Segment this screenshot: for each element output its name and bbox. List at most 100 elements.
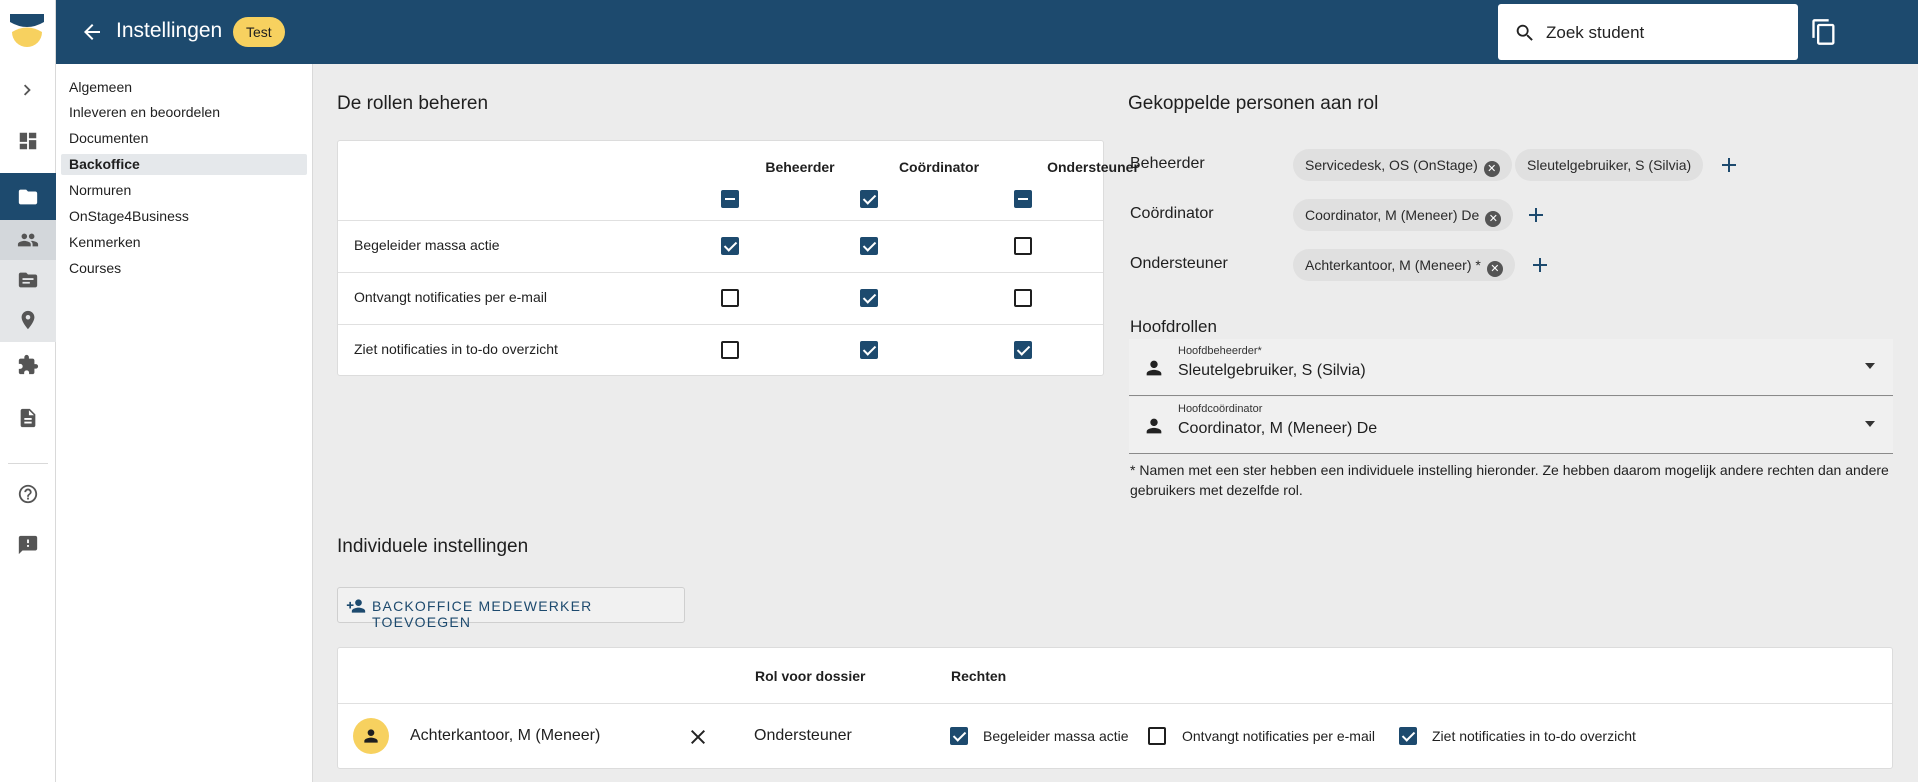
asterisk-note: * Namen met een ster hebben een individu… [1130,462,1889,498]
select-all-beheerder-checkbox[interactable] [721,190,739,208]
checkbox-email-coordinator[interactable] [860,289,878,307]
right-email-checkbox[interactable] [1148,727,1166,745]
rail-submenu [0,220,56,342]
back-button[interactable] [80,20,104,44]
checkbox-todo-coordinator[interactable] [860,341,878,359]
chip-label: Achterkantoor, M (Meneer) * [1305,257,1481,273]
document-icon [20,408,36,428]
head-admin-select[interactable]: Hoofdbeheerder* Sleutelgebruiker, S (Sil… [1129,339,1893,396]
checkbox-email-beheerder[interactable] [721,289,739,307]
checkbox-todo-ondersteuner[interactable] [1014,341,1032,359]
plus-icon [1529,208,1543,222]
checkbox-massa-ondersteuner[interactable] [1014,237,1032,255]
remove-chip-icon[interactable]: ✕ [1485,211,1502,227]
rail-folders[interactable] [0,173,56,221]
rail-dashboard[interactable] [0,121,56,161]
chevron-right-icon [23,84,31,96]
close-icon [691,730,705,744]
search-icon [1516,24,1533,41]
select-all-coordinator-checkbox[interactable] [860,190,878,208]
help-icon [18,484,38,504]
remove-employee-button[interactable] [686,725,710,749]
rail-help[interactable] [0,474,56,514]
row-divider [338,220,1103,221]
plus-icon [1722,158,1736,172]
linked-title: Gekoppelde personen aan rol [1128,93,1379,114]
role-label-beheerder: Beheerder [1130,155,1205,172]
checkbox-email-ondersteuner[interactable] [1014,289,1032,307]
checkbox-massa-beheerder[interactable] [721,237,739,255]
roles-title: De rollen beheren [337,93,489,114]
nav-item-courses[interactable]: Courses [61,258,307,279]
head-coordinator-select[interactable]: Hoofdcoördinator Coordinator, M (Meneer)… [1129,397,1893,454]
feedback-icon [18,535,38,555]
right-todo-checkbox[interactable] [1399,727,1417,745]
person-chip[interactable]: Servicedesk, OS (OnStage) ✕ [1293,149,1512,181]
chip-label: Servicedesk, OS (OnStage) [1305,157,1478,173]
app-logo[interactable] [10,14,44,48]
head-admin-value: Sleutelgebruiker, S (Silvia) [1178,362,1366,379]
rail-feedback[interactable] [0,525,56,565]
right-label: Ziet notificaties in to-do overzicht [354,341,558,357]
expand-rail-button[interactable] [0,70,56,110]
right-massa-checkbox[interactable] [950,727,968,745]
nav-item-documenten[interactable]: Documenten [61,128,307,149]
nav-item-algemeen[interactable]: Algemeen [61,77,307,98]
add-backoffice-employee-button[interactable]: BACKOFFICE MEDEWERKER TOEVOEGEN [337,587,685,630]
person-chip[interactable]: Sleutelgebruiker, S (Silvia) [1515,149,1704,181]
rail-divider [8,463,48,464]
add-ondersteuner-button[interactable] [1528,253,1552,277]
head-admin-label: Hoofdbeheerder* [1178,345,1262,357]
chip-label: Sleutelgebruiker, S (Silvia) [1527,157,1692,173]
employee-role: Ondersteuner [754,727,852,744]
settings-nav: Algemeen Inleveren en beoordelen Documen… [56,64,313,782]
person-chip[interactable]: Achterkantoor, M (Meneer) * ✕ [1293,249,1515,281]
row-divider [338,324,1103,325]
add-beheerder-button[interactable] [1717,153,1741,177]
checkbox-todo-beheerder[interactable] [721,341,739,359]
col-role-header: Rol voor dossier [755,668,866,684]
nav-item-backoffice[interactable]: Backoffice [61,154,307,175]
avatar [353,718,389,754]
location-icon [21,310,35,330]
remove-chip-icon[interactable]: ✕ [1483,161,1500,177]
folder-icon [18,189,38,205]
puzzle-icon [18,354,39,375]
role-label-coordinator: Coördinator [1130,205,1214,222]
plus-icon [1533,258,1547,272]
copy-button[interactable] [1810,18,1838,46]
rail-documents[interactable] [0,398,56,438]
left-rail [0,0,56,782]
rail-plugins[interactable] [0,345,56,385]
nav-item-inleveren[interactable]: Inleveren en beoordelen [61,102,307,123]
person-chip[interactable]: Coordinator, M (Meneer) De ✕ [1293,199,1514,231]
individual-title: Individuele instellingen [337,536,529,557]
right-todo-label: Ziet notificaties in to-do overzicht [1432,728,1636,744]
people-icon [17,233,39,247]
person-add-icon [346,599,366,613]
rail-dossiers[interactable] [0,260,56,300]
person-icon [1143,415,1165,437]
rail-locations[interactable] [0,300,56,340]
add-button-label: BACKOFFICE MEDEWERKER TOEVOEGEN [372,598,593,630]
dashboard-icon [19,132,37,150]
select-all-ondersteuner-checkbox[interactable] [1014,190,1032,208]
rail-people[interactable] [0,220,56,260]
nav-item-normuren[interactable]: Normuren [61,180,307,201]
copy-icon [1812,19,1835,45]
dropdown-arrow-icon [1865,421,1875,427]
checkbox-massa-coordinator[interactable] [860,237,878,255]
remove-chip-icon[interactable]: ✕ [1486,261,1503,277]
nav-item-onstage4business[interactable]: OnStage4Business [61,206,307,227]
student-search[interactable]: Zoek student [1498,4,1798,60]
head-coordinator-value: Coordinator, M (Meneer) De [1178,420,1378,437]
chip-label: Coordinator, M (Meneer) De [1305,207,1480,223]
right-email-label: Ontvangt notificaties per e-mail [1182,728,1375,744]
nav-item-kenmerken[interactable]: Kenmerken [61,232,307,253]
dropdown-arrow-icon [1865,363,1875,369]
right-massa-label: Begeleider massa actie [983,728,1129,744]
add-coordinator-button[interactable] [1524,203,1548,227]
environment-badge: Test [233,17,285,47]
row-divider [338,703,1892,704]
folder-list-icon [18,272,38,288]
